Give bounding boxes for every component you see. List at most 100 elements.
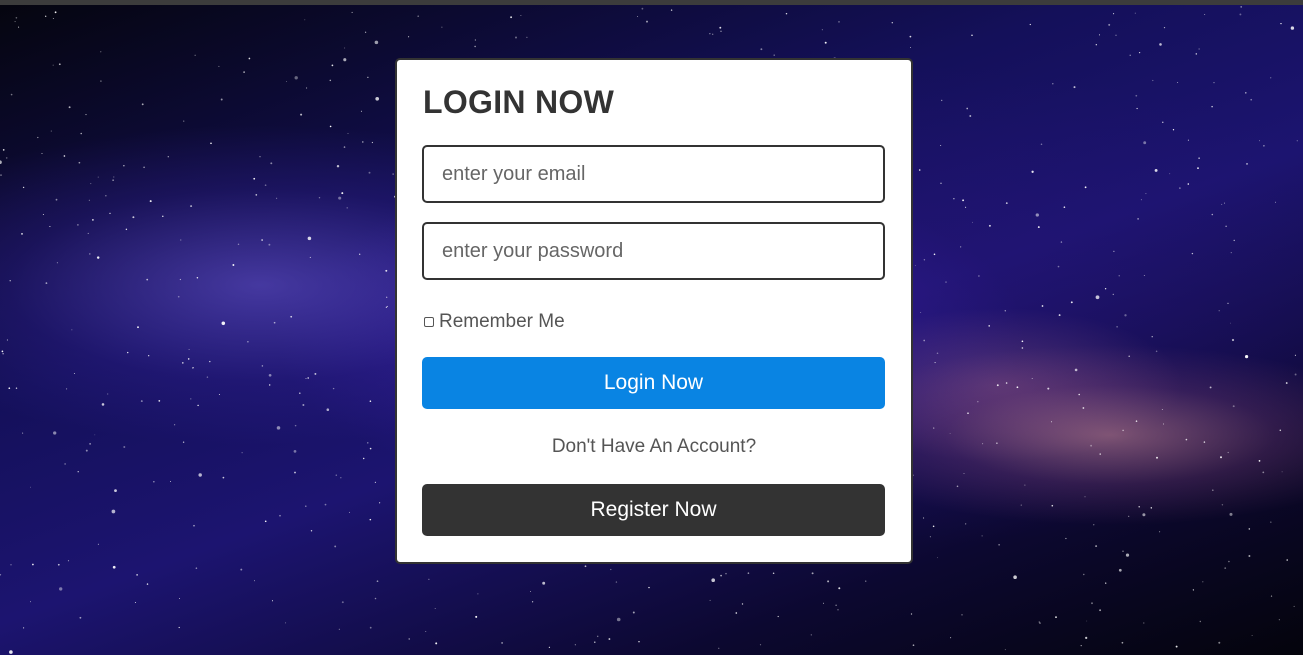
star <box>1005 202 1008 204</box>
star <box>711 578 716 583</box>
star <box>385 306 388 308</box>
star <box>1082 407 1085 409</box>
star <box>1172 129 1175 131</box>
star <box>368 171 371 174</box>
star <box>1140 199 1142 201</box>
star <box>1151 336 1153 338</box>
login-button[interactable]: Login Now <box>422 357 885 409</box>
star <box>56 262 58 264</box>
star <box>1159 43 1162 46</box>
star <box>1055 616 1057 618</box>
star <box>347 133 349 134</box>
star <box>59 587 63 591</box>
password-input[interactable] <box>422 222 885 280</box>
star <box>1104 288 1107 290</box>
star <box>302 404 305 406</box>
star <box>348 511 351 513</box>
star <box>1143 141 1147 145</box>
star <box>923 339 926 342</box>
star <box>1159 531 1161 533</box>
star <box>1154 168 1158 172</box>
star <box>1262 471 1265 474</box>
star <box>41 153 43 155</box>
star <box>1095 44 1097 46</box>
star <box>1161 409 1163 410</box>
star <box>15 387 18 389</box>
star <box>891 21 894 24</box>
login-title: LOGIN NOW <box>423 84 615 120</box>
star <box>475 615 478 618</box>
star <box>112 179 114 181</box>
star <box>89 253 91 255</box>
star <box>1230 252 1232 254</box>
star <box>6 339 8 341</box>
star <box>1202 581 1204 583</box>
star <box>837 609 839 611</box>
star <box>240 568 243 571</box>
star <box>1112 293 1115 296</box>
star <box>96 256 100 259</box>
star <box>1192 589 1195 591</box>
star <box>259 156 261 158</box>
star <box>232 264 235 266</box>
star <box>248 57 251 60</box>
star <box>637 16 639 17</box>
star <box>1115 34 1117 36</box>
email-input[interactable] <box>422 145 885 203</box>
star <box>58 63 61 66</box>
star <box>1085 636 1088 640</box>
star <box>1293 605 1295 607</box>
star <box>920 312 922 313</box>
star <box>343 58 347 62</box>
star <box>1275 201 1276 203</box>
remember-me[interactable]: Remember Me <box>422 310 565 334</box>
star <box>87 232 89 234</box>
star <box>821 29 823 31</box>
star <box>105 195 107 197</box>
star <box>314 372 317 375</box>
star <box>32 563 34 566</box>
register-button[interactable]: Register Now <box>422 484 885 536</box>
star <box>759 644 762 646</box>
star <box>1248 528 1251 530</box>
remember-me-checkbox[interactable] <box>424 317 434 327</box>
star <box>1279 429 1282 432</box>
star <box>515 36 517 39</box>
star <box>15 16 18 19</box>
star <box>2 149 5 151</box>
star <box>1229 322 1231 324</box>
star <box>1177 81 1179 84</box>
star <box>162 215 164 218</box>
star <box>1063 206 1066 209</box>
star <box>90 183 92 185</box>
star <box>1050 421 1053 423</box>
star <box>187 358 190 360</box>
star <box>192 367 194 369</box>
star <box>428 578 430 580</box>
star <box>23 627 25 629</box>
star <box>1113 13 1115 15</box>
star <box>386 305 388 307</box>
star <box>218 394 220 395</box>
star <box>1095 295 1100 300</box>
star <box>336 164 340 168</box>
star <box>408 36 410 38</box>
star <box>193 524 195 527</box>
star <box>720 574 722 577</box>
star <box>1218 310 1220 312</box>
star <box>1229 512 1233 516</box>
star <box>1136 107 1138 110</box>
star <box>253 177 256 180</box>
star <box>360 110 362 112</box>
star <box>5 157 8 159</box>
star <box>371 141 373 144</box>
star <box>531 601 534 603</box>
star <box>88 199 90 201</box>
star <box>190 205 193 208</box>
star <box>584 565 587 568</box>
star <box>264 520 267 523</box>
star <box>1118 568 1122 572</box>
star <box>1084 496 1086 498</box>
star <box>912 644 915 647</box>
star <box>822 602 825 604</box>
